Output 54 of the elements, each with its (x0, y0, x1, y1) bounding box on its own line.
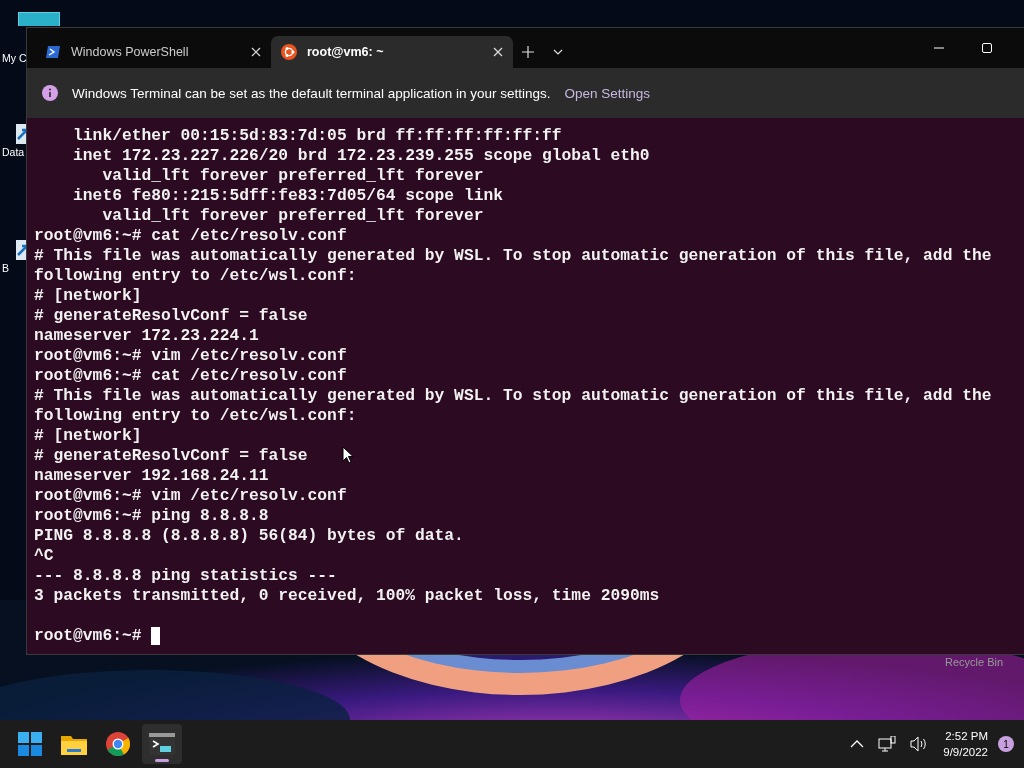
network-icon[interactable] (878, 736, 897, 752)
close-icon[interactable] (493, 47, 503, 57)
terminal-line: following entry to /etc/wsl.conf: (34, 406, 357, 426)
browser-logo-icon (106, 732, 130, 756)
maximize-icon (982, 43, 992, 53)
terminal-line: root@vm6:~# cat /etc/resolv.conf (34, 226, 347, 246)
info-icon (42, 85, 58, 101)
terminal-prompt: root@vm6:~# (34, 626, 142, 646)
plus-icon (522, 46, 534, 58)
mouse-pointer-icon (342, 446, 354, 464)
terminal-line: # generateResolvConf = false (34, 306, 308, 326)
clock-date[interactable]: 9/9/2022 (943, 744, 988, 760)
terminal-line: nameserver 192.168.24.11 (34, 466, 269, 486)
terminal-line: # This file was automatically generated by WSL. To stop automatic generation of this file, add the (34, 386, 992, 406)
terminal-line: # [network] (34, 286, 142, 306)
desktop-icon-label[interactable]: Data (2, 146, 25, 158)
info-message: Windows Terminal can be set as the default terminal application in your settings. (72, 85, 551, 101)
chevron-down-icon (553, 49, 563, 55)
open-settings-link[interactable]: Open Settings (564, 85, 651, 101)
terminal-line: 3 packets transmitted, 0 received, 100% packet loss, time 2090ms (34, 586, 660, 606)
terminal-line: --- 8.8.8.8 ping statistics --- (34, 566, 337, 586)
clock-time[interactable]: 2:52 PM (945, 728, 988, 744)
close-icon[interactable] (251, 47, 261, 57)
terminal-line: valid_lft forever preferred_lft forever (101, 166, 484, 186)
terminal-line: # [network] (34, 426, 142, 446)
terminal-line: nameserver 172.23.224.1 (34, 326, 259, 346)
terminal-line: # generateResolvConf = false (34, 446, 308, 466)
powershell-icon (45, 44, 61, 60)
desktop-icon-label[interactable]: B (2, 262, 9, 274)
terminal-line: inet6 fe80::215:5dff:fe83:7d05/64 scope link (72, 186, 503, 206)
chevron-up-icon[interactable] (850, 740, 865, 748)
terminal-line: root@vm6:~# vim /etc/resolv.conf (34, 346, 347, 366)
terminal-line: valid_lft forever preferred_lft forever (101, 206, 484, 226)
notification-badge[interactable]: 1 (998, 736, 1014, 752)
folder-icon (61, 733, 87, 755)
terminal-line: root@vm6:~# vim /etc/resolv.conf (34, 486, 347, 506)
terminal-line: # This file was automatically generated by WSL. To stop automatic generation of this file, add the (34, 246, 992, 266)
terminal-taskbar-button[interactable] (142, 724, 182, 764)
terminal-line: link/ether 00:15:5d:83:7d:05 brd ff:ff:ff:ff:ff:ff (72, 126, 562, 146)
terminal-line: ^C (34, 546, 54, 566)
volume-icon[interactable] (910, 736, 929, 752)
terminal-line: following entry to /etc/wsl.conf: (34, 266, 357, 286)
tab[interactable]: Windows PowerShell (35, 36, 271, 68)
minimize-icon (934, 47, 944, 49)
tab[interactable]: root@vm6: ~ (271, 36, 513, 68)
ubuntu-icon (281, 44, 297, 60)
terminal-line: PING 8.8.8.8 (8.8.8.8) 56(84) bytes of data. (34, 526, 464, 546)
terminal-line: root@vm6:~# cat /etc/resolv.conf (34, 366, 347, 386)
terminal-icon (149, 733, 175, 755)
windows-logo-icon (18, 732, 42, 756)
desktop-icon-label[interactable]: Recycle Bin (945, 656, 1004, 668)
terminal-line: root@vm6:~# ping 8.8.8.8 (34, 506, 269, 526)
terminal-line: inet 172.23.227.226/20 brd 172.23.239.255 scope global eth0 (72, 146, 650, 166)
desktop-icon-label[interactable]: My C (2, 52, 27, 64)
